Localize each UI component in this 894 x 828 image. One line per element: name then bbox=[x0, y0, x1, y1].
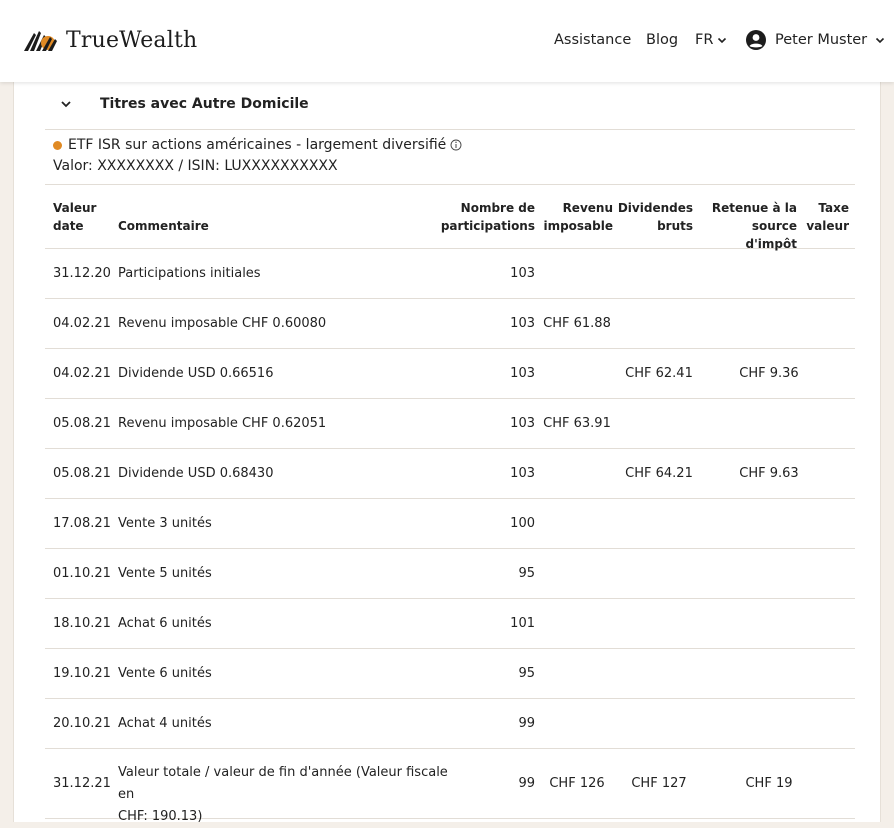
cell-comment: Achat 6 unités bbox=[118, 616, 212, 631]
security-color-dot bbox=[53, 140, 62, 150]
cell-comment: Achat 4 unités bbox=[118, 716, 212, 731]
nav-assistance-link[interactable]: Assistance bbox=[554, 28, 631, 52]
table-row: 01.10.21 Vente 5 unités 95 bbox=[45, 549, 855, 599]
chevron-down-icon bbox=[876, 37, 885, 44]
cell-participations: 100 bbox=[510, 516, 535, 531]
security-info: ETF ISR sur actions américaines - largem… bbox=[53, 136, 843, 174]
cell-taxable-income: CHF 126 bbox=[549, 776, 605, 791]
table-row: 31.12.20 Participations initiales 103 bbox=[45, 249, 855, 299]
user-menu[interactable]: Peter Muster bbox=[745, 28, 885, 52]
cell-comment: Participations initiales bbox=[118, 266, 261, 281]
cell-date: 05.08.21 bbox=[53, 416, 111, 431]
cell-gross-dividends: CHF 62.41 bbox=[625, 366, 693, 381]
table-row: 18.10.21 Achat 6 unités 101 bbox=[45, 599, 855, 649]
nav-blog-link[interactable]: Blog bbox=[646, 28, 678, 52]
security-identifiers: Valor: XXXXXXXX / ISIN: LUXXXXXXXXXX bbox=[53, 158, 338, 174]
col-header-withholding-tax: Retenue à la source d'impôt bbox=[711, 201, 797, 251]
cell-withholding-tax: CHF 9.63 bbox=[739, 466, 799, 481]
cell-gross-dividends: CHF 64.21 bbox=[625, 466, 693, 481]
top-navigation-bar: TrueWealth Assistance Blog FR Peter Must… bbox=[0, 0, 894, 82]
table-row-total: 31.12.21 Valeur totale / valeur de fin d… bbox=[45, 749, 855, 824]
table-row: 20.10.21 Achat 4 unités 99 bbox=[45, 699, 855, 749]
cell-comment: Revenu imposable CHF 0.60080 bbox=[118, 316, 327, 331]
cell-withholding-tax: CHF 19 bbox=[745, 776, 793, 791]
divider bbox=[45, 129, 855, 130]
col-header-gross-dividends: Dividendes bruts bbox=[617, 201, 693, 233]
cell-date: 04.02.21 bbox=[53, 316, 111, 331]
cell-participations: 99 bbox=[518, 716, 535, 731]
table-row: 04.02.21 Revenu imposable CHF 0.60080 103 C… bbox=[45, 299, 855, 349]
cell-date: 20.10.21 bbox=[53, 716, 111, 731]
user-name: Peter Muster bbox=[775, 32, 868, 48]
chevron-down-icon bbox=[718, 37, 727, 44]
cell-date: 18.10.21 bbox=[53, 616, 111, 631]
table-row: 19.10.21 Vente 6 unités 95 bbox=[45, 649, 855, 699]
cell-comment: Vente 6 unités bbox=[118, 666, 212, 681]
section-toggle[interactable]: Titres avec Autre Domicile bbox=[44, 86, 856, 122]
cell-taxable-income: CHF 63.91 bbox=[543, 416, 611, 431]
section-title: Titres avec Autre Domicile bbox=[100, 96, 309, 112]
table-row: 04.02.21 Dividende USD 0.66516 103 CHF 62.4… bbox=[45, 349, 855, 399]
cell-comment: Dividende USD 0.68430 bbox=[118, 466, 274, 481]
cell-participations: 99 bbox=[518, 776, 535, 791]
table-row: 05.08.21 Dividende USD 0.68430 103 CHF 64.2… bbox=[45, 449, 855, 499]
cell-taxable-income: CHF 61.88 bbox=[543, 316, 611, 331]
cell-participations: 103 bbox=[510, 266, 535, 281]
cell-comment: Vente 5 unités bbox=[118, 566, 212, 581]
cell-date: 31.12.21 bbox=[53, 776, 111, 791]
brand-name: TrueWealth bbox=[66, 27, 198, 53]
cell-participations: 95 bbox=[518, 666, 535, 681]
table-row: 17.08.21 Vente 3 unités 100 bbox=[45, 499, 855, 549]
transactions-table: Valeur date Commentaire Nombre de particip… bbox=[45, 185, 855, 824]
chevron-down-icon bbox=[61, 101, 71, 108]
cell-comment: Vente 3 unités bbox=[118, 516, 212, 531]
table-body: 31.12.20 Participations initiales 103 04.02… bbox=[45, 249, 855, 749]
table-row: 05.08.21 Revenu imposable CHF 0.62051 103 C… bbox=[45, 399, 855, 449]
cell-date: 05.08.21 bbox=[53, 466, 111, 481]
cell-participations: 103 bbox=[510, 416, 535, 431]
cell-comment: Valeur totale / valeur de fin d'année (V… bbox=[118, 765, 448, 824]
info-icon[interactable] bbox=[450, 139, 462, 151]
brand-logo[interactable]: TrueWealth bbox=[22, 27, 197, 53]
language-selector[interactable]: FR bbox=[695, 28, 727, 52]
cell-participations: 95 bbox=[518, 566, 535, 581]
security-name-row: ETF ISR sur actions américaines - largem… bbox=[53, 136, 843, 154]
col-header-participations: Nombre de participations bbox=[440, 201, 535, 233]
cell-participations: 101 bbox=[510, 616, 535, 631]
cell-date: 19.10.21 bbox=[53, 666, 111, 681]
cell-participations: 103 bbox=[510, 366, 535, 381]
security-name: ETF ISR sur actions américaines - largem… bbox=[68, 137, 447, 153]
cell-participations: 103 bbox=[510, 316, 535, 331]
cell-gross-dividends: CHF 127 bbox=[631, 776, 687, 791]
col-header-tax-value: Taxe valeur bbox=[806, 201, 849, 233]
table-header: Valeur date Commentaire Nombre de particip… bbox=[45, 185, 855, 251]
col-header-taxable-income: Revenu imposable bbox=[543, 201, 613, 233]
col-header-date: Valeur date bbox=[53, 201, 97, 233]
cell-date: 01.10.21 bbox=[53, 566, 111, 581]
cell-participations: 103 bbox=[510, 466, 535, 481]
user-avatar-icon bbox=[746, 30, 766, 50]
cell-withholding-tax: CHF 9.36 bbox=[739, 366, 799, 381]
cell-date: 31.12.20 bbox=[53, 266, 111, 281]
cell-comment: Revenu imposable CHF 0.62051 bbox=[118, 416, 327, 431]
truewealth-logo-icon bbox=[24, 31, 57, 51]
cell-comment: Dividende USD 0.66516 bbox=[118, 366, 274, 381]
cell-date: 17.08.21 bbox=[53, 516, 111, 531]
language-label: FR bbox=[695, 32, 714, 48]
cell-date: 04.02.21 bbox=[53, 366, 111, 381]
col-header-comment: Commentaire bbox=[118, 219, 209, 233]
